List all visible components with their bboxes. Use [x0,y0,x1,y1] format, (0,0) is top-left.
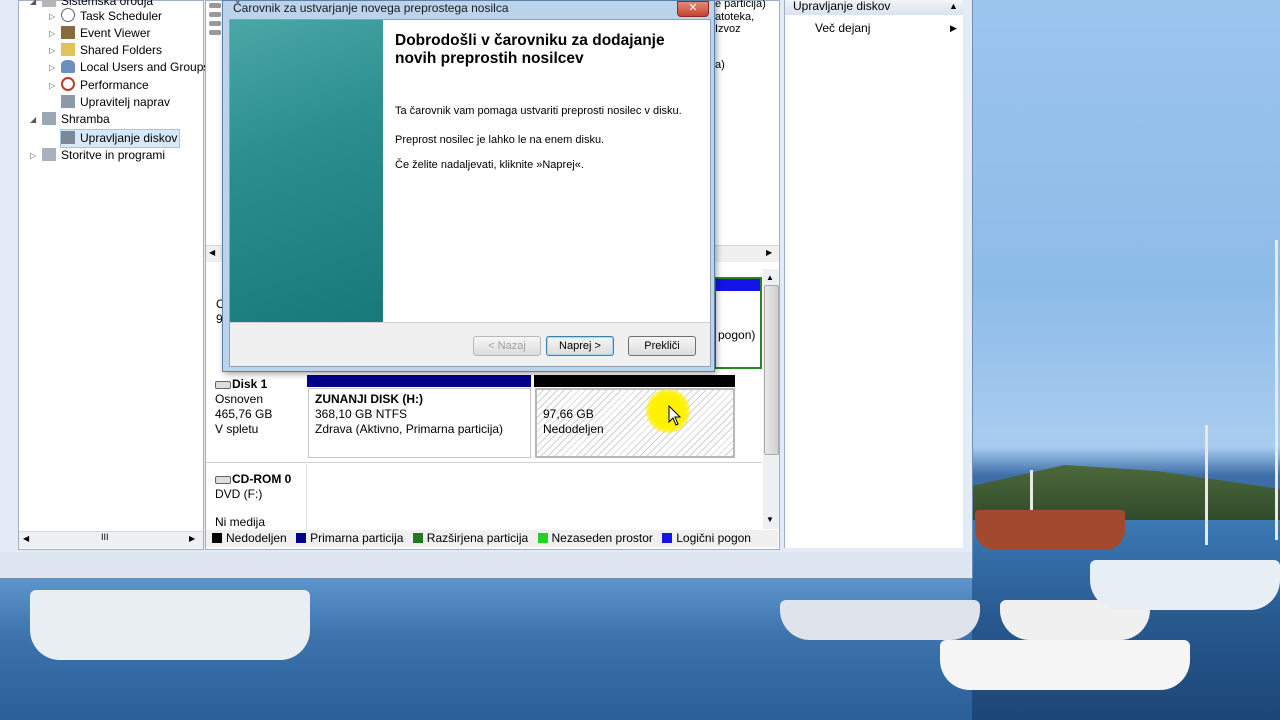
fishing-boat [975,510,1125,550]
legend-primary: Primarna particija [290,531,403,545]
services-icon [42,148,56,161]
more-actions-link[interactable]: Več dejanj [815,21,870,35]
primary-partition-bar [307,375,531,387]
wizard-heading: Dobrodošli v čarovniku za dodajanje novi… [395,32,665,67]
close-button[interactable]: ✕ [677,1,709,17]
performance-icon [61,77,75,91]
boat [1090,560,1280,610]
expand-arrow-icon[interactable]: ▷ [30,147,36,164]
tree-item-local-users[interactable]: ▷ Local Users and Groups [49,59,209,76]
wizard-title: Čarovnik za ustvarjanje novega preproste… [233,1,509,15]
device-manager-icon [61,95,75,108]
close-icon: ✕ [688,2,698,14]
tree-item-event-viewer[interactable]: ▷ Event Viewer [49,25,150,42]
column-icons [209,1,221,41]
partition-h[interactable]: ZUNANJI DISK (H:) 368,10 GB NTFS Zdrava … [308,388,531,458]
hard-disk-icon [215,381,231,389]
next-button[interactable]: Naprej > [546,336,614,356]
selected-volume-frame[interactable] [714,277,762,369]
console-tree: ◢ Sistemska orodja ▷ Task Scheduler ▷ Ev… [18,0,209,550]
graphical-view-scrollbar[interactable]: ▲ ▼ [763,269,779,529]
shared-folder-icon [61,43,75,56]
wizard-info-text: Preprost nosilec je lahko le na enem dis… [395,134,605,146]
collapse-up-icon[interactable]: ▲ [949,0,958,12]
clock-icon [61,8,75,22]
dvd-drive-icon [215,476,231,484]
unallocated-bar [534,375,735,387]
submenu-arrow-icon[interactable]: ▶ [950,23,957,34]
tree-horizontal-scrollbar[interactable]: ◀ III ▶ [19,531,203,548]
boat [780,600,980,640]
scroll-right-icon[interactable]: ▶ [189,534,195,543]
tree-item-performance[interactable]: ▷ Performance [49,77,149,94]
expand-arrow-icon[interactable]: ▷ [49,8,55,25]
tree-item-device-manager[interactable]: Upravitelj naprav [61,94,170,111]
legend-extended: Razširjena particija [407,531,528,545]
users-icon [61,60,75,73]
wizard-banner-graphic [230,20,383,322]
scroll-left-icon[interactable]: ◀ [209,248,215,257]
legend-free-space: Nezaseden prostor [532,531,653,545]
expand-arrow-icon[interactable]: ▷ [49,42,55,59]
storage-icon [42,112,56,125]
expand-arrow-icon[interactable]: ▷ [49,59,55,76]
mouse-pointer-icon [668,405,682,426]
expand-arrow-icon[interactable]: ▷ [49,25,55,42]
event-log-icon [61,26,75,39]
expand-arrow-icon[interactable]: ▷ [49,77,55,94]
boat [30,590,310,660]
disk1-info[interactable]: Disk 1 Osnoven 465,76 GB V spletu [215,377,272,437]
collapse-arrow-icon[interactable]: ◢ [30,0,36,10]
tree-item-shared-folders[interactable]: ▷ Shared Folders [49,42,162,59]
scroll-left-icon[interactable]: ◀ [23,534,29,543]
legend-logical: Logični pogon [656,531,751,545]
wizard-content: Dobrodošli v čarovniku za dodajanje novi… [383,20,710,322]
status-bar [0,552,972,578]
scroll-down-icon[interactable]: ▼ [766,515,774,524]
tree-item-storage[interactable]: ◢ Shramba [30,111,110,128]
scroll-thumb[interactable] [764,285,779,455]
back-button[interactable]: < Nazaj [473,336,541,356]
actions-header[interactable]: Upravljanje diskov ▲ [785,0,963,15]
boat-mast [1205,425,1208,545]
actions-pane: Upravljanje diskov ▲ Več dejanj ▶ [784,0,963,548]
tree-item-services-apps[interactable]: ▷ Storitve in programi [30,147,165,164]
tools-icon [42,0,56,7]
tree-item-task-scheduler[interactable]: ▷ Task Scheduler [49,8,162,25]
boat-mast [1275,240,1278,540]
scroll-up-icon[interactable]: ▲ [766,273,774,282]
legend-unallocated: Nedodeljen [206,531,287,545]
wizard-intro-text: Ta čarovnik vam pomaga ustvariti prepros… [395,105,682,117]
cancel-button[interactable]: Prekliči [628,336,696,356]
disk-legend: Nedodeljen Primarna particija Razširjena… [206,530,778,547]
scroll-right-icon[interactable]: ▶ [766,248,772,257]
wizard-continue-text: Če želite nadaljevati, kliknite »Naprej«… [395,159,584,171]
disk-management-icon [61,131,75,144]
cdrom-status: Ni medija [215,515,266,529]
tree-item-disk-management[interactable]: Upravljanje diskov [60,129,181,148]
cdrom-info[interactable]: CD-ROM 0 DVD (F:) [215,472,291,502]
scroll-grip[interactable]: III [101,532,109,542]
wizard-body: Dobrodošli v čarovniku za dodajanje novi… [229,19,711,367]
boat [940,640,1190,690]
new-simple-volume-wizard: Čarovnik za ustvarjanje novega preproste… [222,0,715,372]
collapse-arrow-icon[interactable]: ◢ [30,111,36,128]
unallocated-space[interactable]: 97,66 GB Nedodeljen [535,388,735,458]
